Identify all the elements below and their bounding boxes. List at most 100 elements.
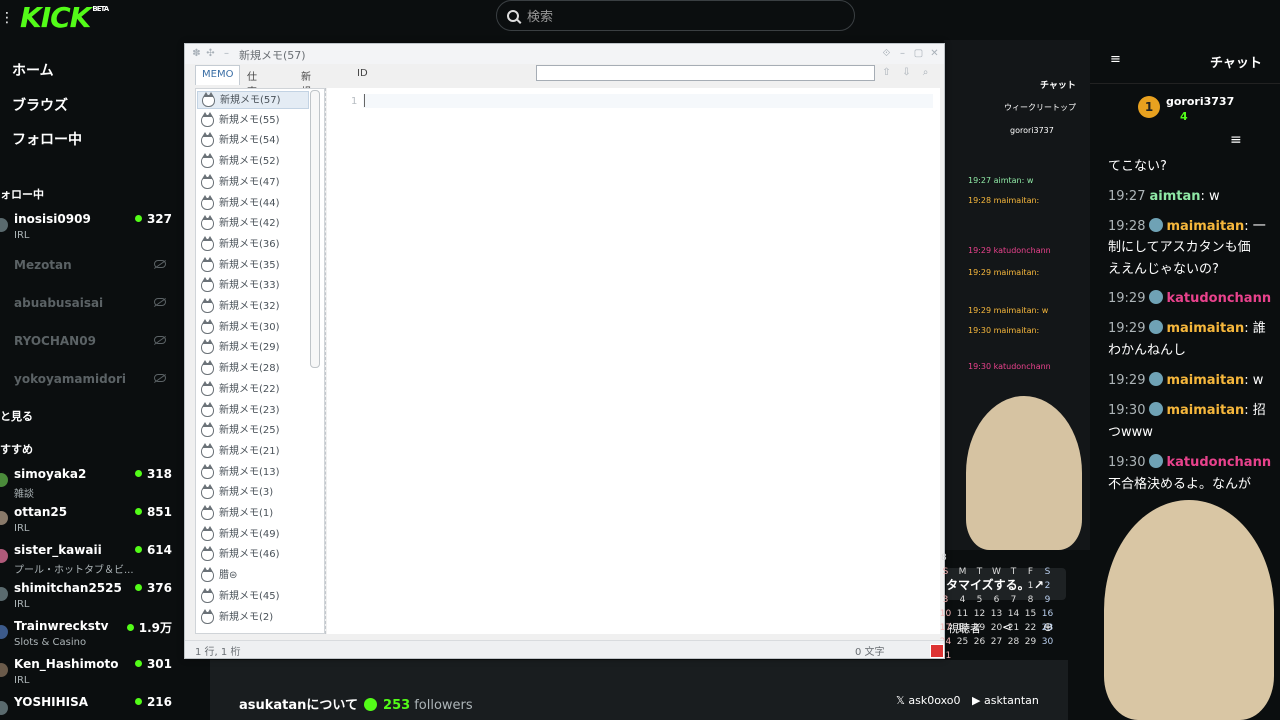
memo-list-item[interactable]: 腊⊜: [197, 567, 309, 585]
maximize-icon[interactable]: ▢: [913, 48, 924, 59]
memo-list-item[interactable]: 新規メモ(2): [197, 608, 309, 627]
memo-list-scrollbar[interactable]: [310, 90, 320, 368]
offline-icon: [154, 298, 166, 306]
following-channel[interactable]: RYOCHAN09: [0, 334, 178, 368]
following-channel[interactable]: abuabusaisai: [0, 296, 178, 330]
memo-list-item[interactable]: 新規メモ(35): [197, 256, 309, 275]
memo-list-item[interactable]: 新規メモ(42): [197, 215, 309, 233]
memo-list-item[interactable]: 新規メモ(22): [197, 380, 309, 399]
minimize-icon[interactable]: –: [897, 48, 908, 59]
memo-list-item[interactable]: 新規メモ(28): [197, 360, 309, 378]
memo-list-item[interactable]: 新規メモ(1): [197, 505, 309, 523]
vtuber-avatar-large: [1104, 500, 1274, 720]
recommended-channel[interactable]: Trainwreckstv Slots & Casino 1.9万: [0, 619, 178, 653]
text-caret: [364, 94, 365, 107]
memo-list-item[interactable]: 新規メモ(3): [197, 484, 309, 502]
char-count: 0 文字: [855, 647, 885, 658]
memo-list-item[interactable]: 新規メモ(33): [197, 277, 309, 295]
tab-id[interactable]: ID: [351, 65, 374, 85]
recommended-channel[interactable]: sister_kawaii プール・ホットタブ＆ビ... 614: [0, 543, 178, 577]
cat-icon: [201, 339, 214, 355]
cat-icon: [201, 484, 214, 500]
memo-list[interactable]: 新規メモ(57) 新規メモ(55) 新規メモ(54) 新規メモ(52) 新規メモ(47)…: [195, 88, 325, 634]
down-arrow-icon[interactable]: ⇩: [901, 67, 912, 78]
memo-list-item[interactable]: 新規メモ(25): [197, 422, 309, 440]
memo-list-item[interactable]: 新規メモ(13): [197, 463, 309, 482]
memo-list-item[interactable]: 新規メモ(49): [197, 525, 309, 544]
memo-list-item[interactable]: 新規メモ(21): [197, 442, 309, 461]
memo-list-item[interactable]: 新規メモ(29): [197, 339, 309, 357]
search-input[interactable]: 検索: [496, 0, 855, 31]
memo-editor[interactable]: 1 8 S M T W T F S 1 2 3 4 5 6 7 8 9 10 11 12 13 14 15 16 17 18 19 2…: [327, 88, 1053, 661]
memo-list-item[interactable]: 新規メモ(55): [197, 111, 309, 130]
offline-icon: [154, 260, 166, 268]
search-icon[interactable]: ⌕: [920, 67, 931, 78]
chat-message: つwww: [1108, 425, 1153, 440]
memo-list-item[interactable]: 新規メモ(45): [197, 587, 309, 606]
memo-window[interactable]: ✽ ✣ – 新規メモ(57) ⟐ – ▢ ✕ MEMO 仕事関係 新規タブ ID…: [184, 43, 1053, 661]
pin-icon[interactable]: ✣: [205, 48, 216, 59]
memo-list-item[interactable]: 新規メモ(36): [197, 235, 309, 254]
tab-memo[interactable]: MEMO: [195, 65, 241, 85]
memo-search-input[interactable]: [536, 65, 875, 81]
memo-list-item[interactable]: 新規メモ(23): [197, 401, 309, 420]
nav-home[interactable]: ホーム: [12, 60, 54, 80]
rank-badge-icon: 1: [1138, 96, 1160, 118]
minimize-dash-icon[interactable]: –: [221, 48, 232, 59]
top-icon[interactable]: ⟐: [881, 48, 892, 59]
chat-message: わかんねんし: [1108, 343, 1187, 358]
pane-divider[interactable]: [325, 88, 326, 634]
tab-new[interactable]: 新規タブ: [295, 65, 317, 128]
x-link[interactable]: 𝕏 ask0oxo0: [896, 694, 961, 707]
cat-icon: [201, 608, 214, 624]
recommended-channel[interactable]: ottan25 IRL 851: [0, 505, 178, 539]
recommended-section-title: すすめ: [0, 443, 33, 456]
calendar-week: 12: [1027, 581, 1051, 591]
recommended-channel[interactable]: shimitchan2525 IRL 376: [0, 581, 178, 615]
memo-titlebar[interactable]: ✽ ✣ – 新規メモ(57) ⟐ – ▢ ✕: [185, 44, 944, 64]
following-channel[interactable]: Mezotan: [0, 258, 178, 292]
avatar: [0, 218, 8, 232]
up-arrow-icon[interactable]: ⇧: [881, 67, 892, 78]
memo-list-item[interactable]: 新規メモ(30): [197, 318, 309, 337]
chat-message: 19:28 maimaitan: 一: [1108, 218, 1266, 234]
recommended-channel[interactable]: YOSHIHISA 216: [0, 695, 178, 720]
recommended-channel[interactable]: simoyaka2 雑談 318: [0, 467, 178, 501]
memo-list-item[interactable]: 新規メモ(46): [197, 546, 309, 564]
cat-icon: [201, 505, 214, 520]
memo-list-item[interactable]: 新規メモ(54): [197, 132, 309, 150]
memo-list-item[interactable]: 新規メモ(32): [197, 298, 309, 316]
memo-list-item[interactable]: 新規メモ(57): [197, 91, 309, 109]
hamburger-menu-icon[interactable]: ⋮: [0, 10, 14, 26]
emote-badge-icon: [1149, 290, 1164, 304]
offline-icon: [154, 336, 166, 344]
youtube-link[interactable]: ▶ asktantan: [972, 694, 1039, 707]
following-channel[interactable]: inosisi0909 IRL 327: [0, 212, 178, 246]
close-icon[interactable]: ✕: [929, 48, 940, 59]
cat-icon: [201, 132, 214, 148]
nav-following[interactable]: フォロー中: [12, 129, 82, 149]
tab-work[interactable]: 仕事関係: [241, 65, 263, 128]
nav-browse[interactable]: ブラウズ: [12, 95, 68, 115]
chat-message: 19:30 katudonchann: [1108, 454, 1272, 470]
chat-message: 制にしてアスカタンも価: [1108, 240, 1251, 255]
cat-icon: [201, 256, 214, 272]
memo-list-item[interactable]: 新規メモ(44): [197, 194, 309, 213]
calendar-month: 8: [941, 553, 947, 563]
recommended-channel[interactable]: Ken_Hashimoto IRL 301: [0, 657, 178, 691]
kick-logo[interactable]: KICK BETA: [20, 1, 109, 34]
show-more-link[interactable]: と見る: [0, 408, 33, 424]
memo-list-item[interactable]: 新規メモ(52): [197, 153, 309, 171]
chat-filter-icon[interactable]: ≡: [1230, 132, 1242, 148]
resize-grip-icon[interactable]: [930, 644, 944, 658]
cat-icon: [201, 360, 214, 376]
memo-list-item[interactable]: 新規メモ(47): [197, 173, 309, 192]
cursor-position: 1 行, 1 桁: [195, 647, 241, 658]
calendar-watermark: 8 S M T W T F S 1 2 3 4 5 6 7 8 9 10 11 12 13 14 15 16 17 18 19 20 2…: [937, 551, 1057, 663]
viewer-count: 851: [135, 505, 172, 519]
calendar-week: 31: [939, 651, 952, 661]
cat-icon: [201, 215, 214, 231]
collapse-chat-icon[interactable]: ≡: [1110, 52, 1121, 67]
following-channel[interactable]: yokoyamamidori: [0, 372, 178, 406]
cat-icon: [201, 422, 214, 438]
